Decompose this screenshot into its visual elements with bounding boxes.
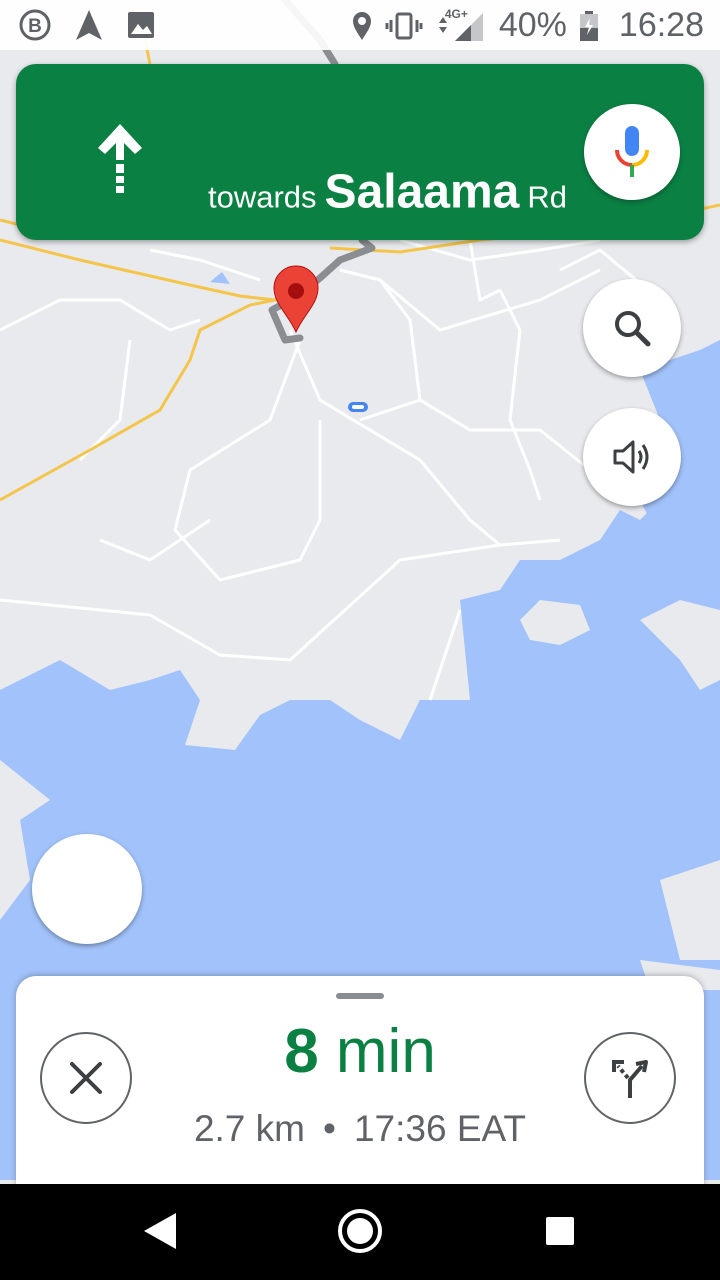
duration-value: 8 (284, 1017, 319, 1086)
recents-icon (546, 1217, 574, 1245)
status-bar-notifications: B (18, 8, 156, 42)
image-notification-icon (128, 12, 154, 38)
street-name: Salaama (324, 165, 520, 219)
navigation-banner[interactable]: towards Salaama Rd (16, 64, 704, 240)
system-navigation-bar (0, 1184, 720, 1280)
sheet-drag-handle[interactable] (336, 993, 384, 999)
towards-label: towards (208, 179, 317, 215)
b-notification-icon: B (19, 9, 51, 41)
status-bar: B 4G+ 40% 16:28 (0, 0, 720, 50)
system-nav-buttons (144, 1209, 574, 1253)
back-icon (144, 1213, 176, 1249)
location-icon (352, 11, 371, 40)
poi-marker (348, 402, 368, 412)
search-icon (615, 311, 651, 347)
straight-arrow-icon (98, 124, 142, 193)
clock: 16:28 (618, 6, 704, 44)
separator-dot: • (322, 1108, 336, 1149)
status-bar-system: 4G+ 40% 16:28 (351, 6, 704, 45)
trip-distance: 2.7 km (193, 1108, 305, 1149)
battery-percent: 40% (498, 6, 567, 44)
alternate-routes-button[interactable] (584, 1032, 676, 1124)
vibrate-icon (385, 12, 423, 39)
signal-indicator: 4G+ (435, 6, 487, 43)
navigation-notification-icon (76, 10, 102, 40)
trip-summary-sheet[interactable]: 8 min 2.7 km • 17:36 EAT (16, 976, 704, 1196)
search-along-route-button[interactable] (583, 279, 681, 377)
voice-search-button[interactable] (584, 104, 680, 200)
alternate-routes-icon (612, 1060, 648, 1098)
recenter-button[interactable] (32, 834, 142, 944)
volume-icon (613, 440, 649, 474)
home-icon (338, 1209, 382, 1253)
sound-settings-button[interactable] (583, 408, 681, 506)
street-suffix: Rd (527, 179, 567, 215)
battery-icon (579, 10, 598, 41)
mic-icon (615, 126, 649, 177)
network-type: 4G+ (444, 6, 468, 21)
duration-unit: min (335, 1017, 436, 1086)
banner-instruction: towards Salaama Rd (208, 165, 567, 220)
arrival-time: 17:36 EAT (353, 1108, 527, 1149)
screen: B 4G+ 40% 16:28 towards Salaama Rd 8 min… (0, 0, 720, 1280)
svg-text:B: B (28, 16, 42, 37)
